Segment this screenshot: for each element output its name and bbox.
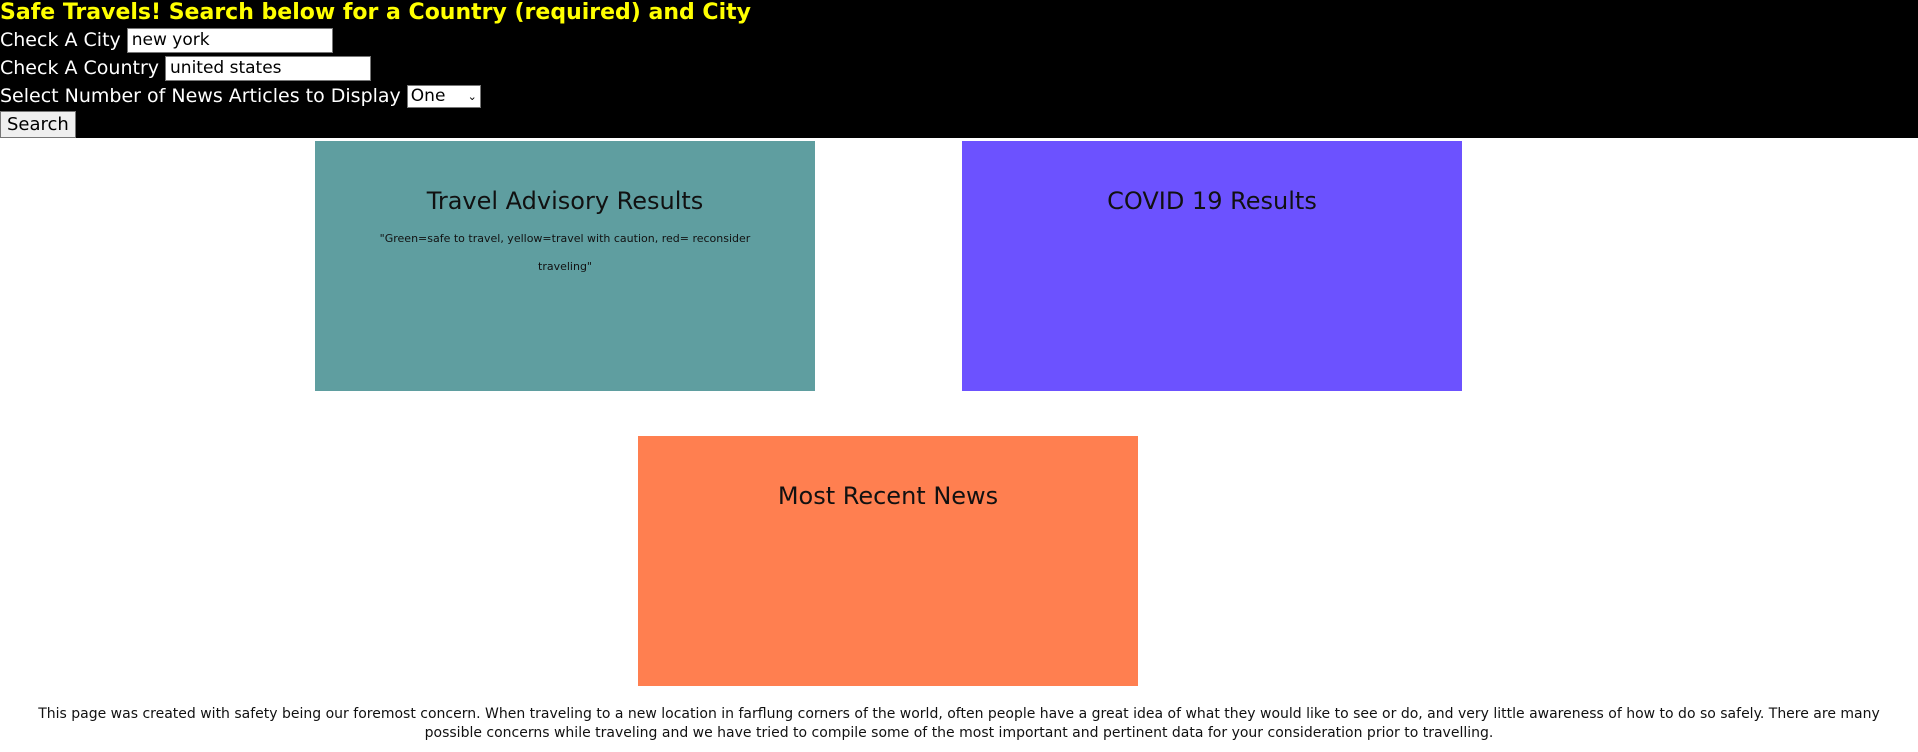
articles-select[interactable]: One ⌄ — [406, 84, 481, 108]
country-row: Check A Country — [0, 54, 1918, 82]
city-input[interactable] — [126, 27, 333, 53]
country-label: Check A Country — [0, 57, 160, 79]
city-label: Check A City — [0, 29, 121, 51]
search-button-row: Search — [0, 110, 1918, 138]
travel-advisory-card: Travel Advisory Results "Green=safe to t… — [315, 141, 815, 391]
articles-selected-value: One — [410, 86, 446, 106]
travel-advisory-title: Travel Advisory Results — [426, 187, 704, 215]
search-button[interactable]: Search — [0, 111, 76, 138]
city-row: Check A City — [0, 26, 1918, 54]
recent-news-title: Most Recent News — [777, 482, 999, 510]
articles-label: Select Number of News Articles to Displa… — [0, 85, 401, 107]
recent-news-card: Most Recent News — [638, 436, 1138, 686]
covid-results-card: COVID 19 Results — [962, 141, 1462, 391]
advisory-color-legend: "Green=safe to travel, yellow=travel wit… — [379, 232, 751, 273]
footer-text: This page was created with safety being … — [38, 706, 1880, 741]
search-header: Safe Travels! Search below for a Country… — [0, 0, 1918, 138]
articles-row: Select Number of News Articles to Displa… — [0, 82, 1918, 110]
country-input[interactable] — [165, 55, 372, 81]
chevron-down-icon: ⌄ — [467, 89, 477, 103]
page-title: Safe Travels! Search below for a Country… — [0, 0, 751, 25]
covid-results-title: COVID 19 Results — [1107, 187, 1317, 215]
